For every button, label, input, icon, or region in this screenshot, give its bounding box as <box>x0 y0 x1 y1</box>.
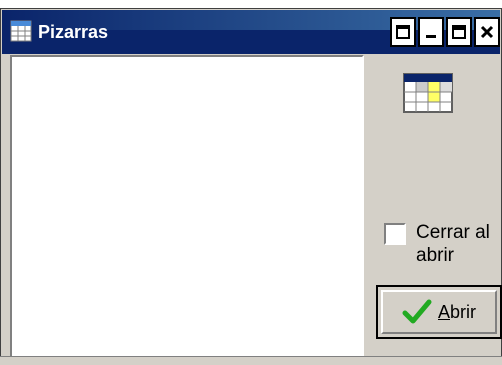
restore-icon <box>396 25 410 39</box>
title-bar[interactable]: Pizarras <box>2 10 500 54</box>
window-title: Pizarras <box>38 22 109 42</box>
close-icon <box>480 25 494 39</box>
close-on-open-label-line2: abrir <box>416 245 455 266</box>
close-on-open-checkbox[interactable] <box>384 223 406 245</box>
minimize-icon <box>426 35 436 38</box>
open-button-label: Abrir <box>438 302 476 323</box>
minimize-button[interactable] <box>418 17 444 47</box>
close-on-open-label-line1: Cerrar al <box>416 222 490 243</box>
close-button[interactable] <box>474 17 500 47</box>
open-button-label-rest: brir <box>450 301 476 322</box>
open-button-face: Abrir <box>381 290 497 334</box>
open-button[interactable]: Abrir <box>376 285 502 339</box>
maximize-button[interactable] <box>446 17 472 47</box>
table-icon <box>403 73 453 113</box>
checkmark-icon <box>402 299 432 324</box>
maximize-icon <box>452 25 466 39</box>
close-on-open-label: Cerrar al abrir <box>416 221 502 267</box>
restore-button[interactable] <box>390 17 416 47</box>
table-icon <box>10 20 32 42</box>
boards-list[interactable] <box>10 55 364 361</box>
open-button-mnemonic: A <box>437 301 450 322</box>
